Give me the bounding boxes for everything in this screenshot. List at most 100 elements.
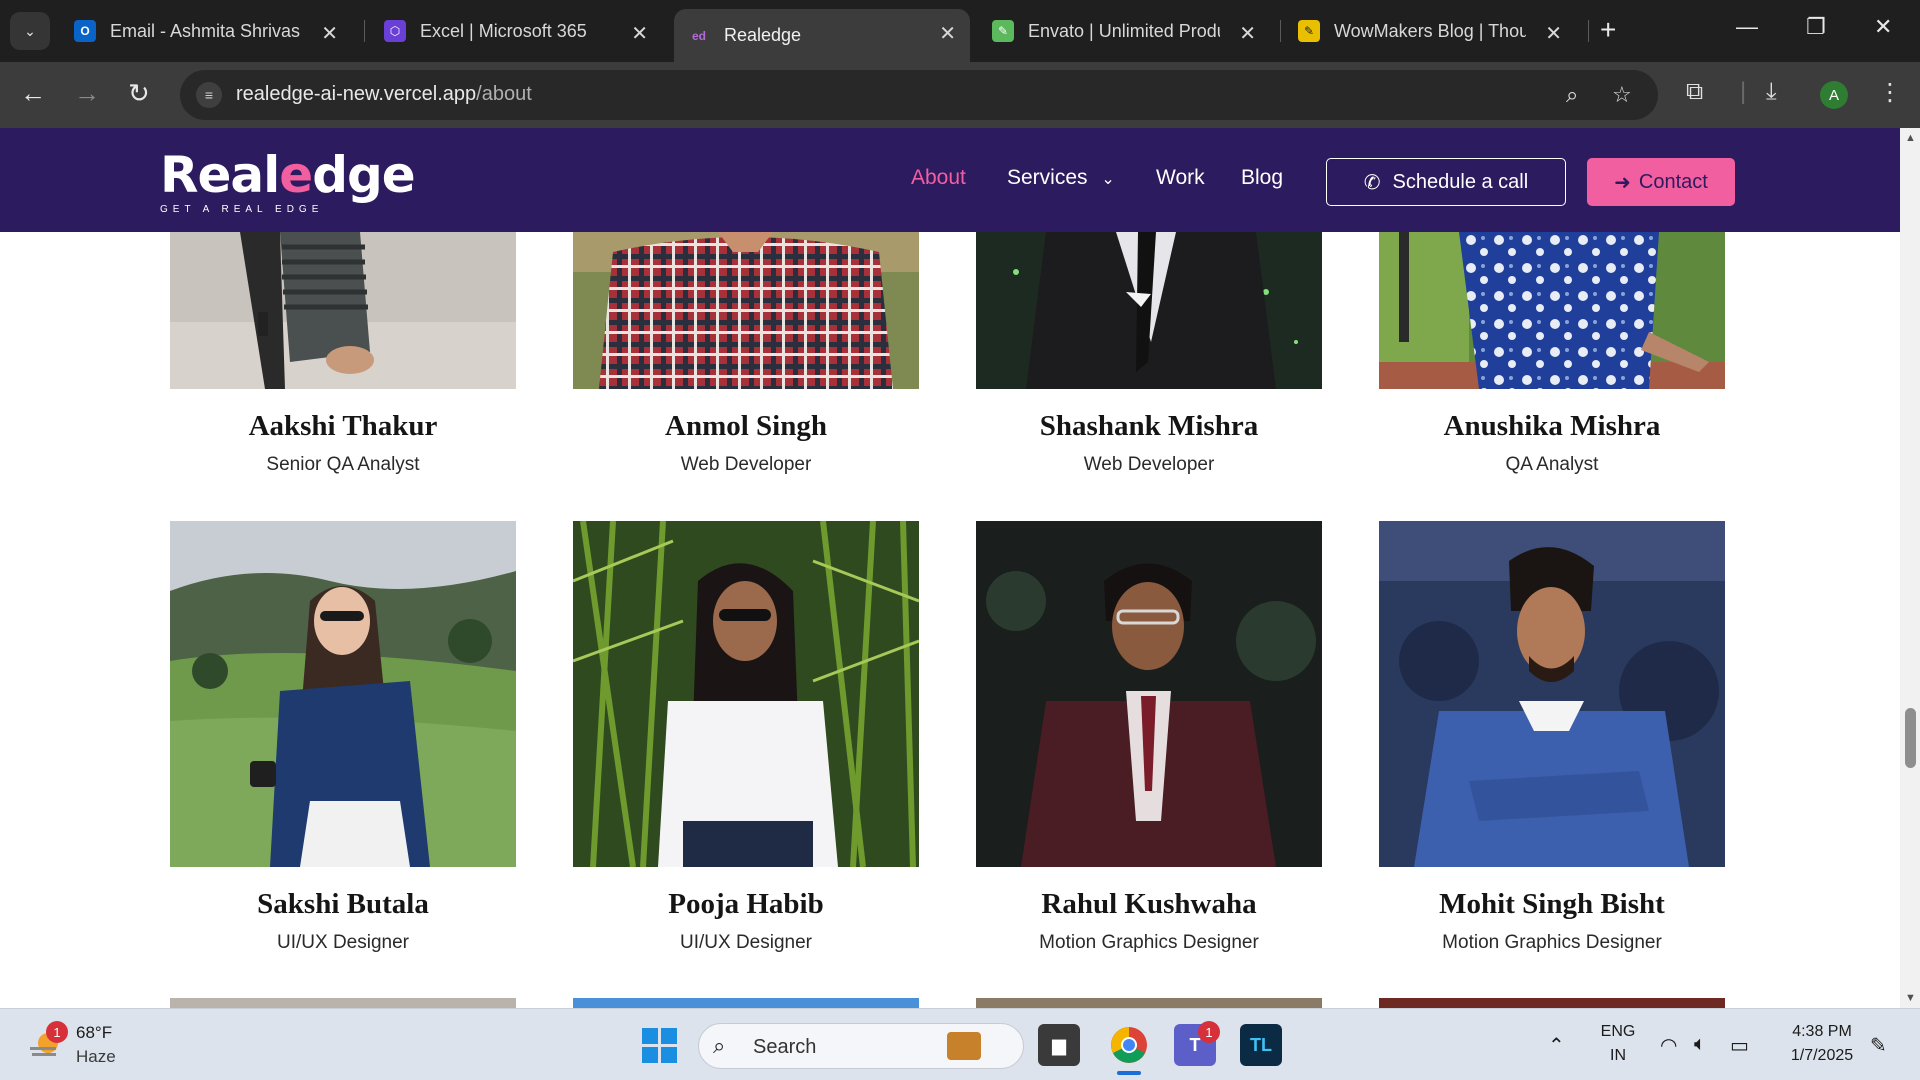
nav-about[interactable]: About bbox=[911, 166, 966, 190]
schedule-call-label: Schedule a call bbox=[1392, 170, 1529, 193]
arrow-right-icon: ➜ bbox=[1614, 171, 1631, 194]
taskbar-search[interactable]: ⌕ Search bbox=[698, 1023, 1024, 1069]
schedule-call-button[interactable]: ✆ Schedule a call bbox=[1326, 158, 1566, 206]
tab-realedge[interactable]: ed Realedge ✕ bbox=[674, 9, 970, 62]
weather-desc[interactable]: Haze bbox=[76, 1047, 116, 1067]
contact-button[interactable]: ➜ Contact bbox=[1587, 158, 1735, 206]
close-icon[interactable]: ✕ bbox=[1239, 21, 1256, 46]
minimize-icon[interactable]: — bbox=[1736, 14, 1758, 40]
tab-title: Excel | Microsoft 365 bbox=[420, 20, 587, 41]
member-role: QA Analyst bbox=[1505, 454, 1599, 475]
logo-text-real: Real bbox=[160, 146, 280, 204]
battery-icon[interactable]: ▭ bbox=[1730, 1033, 1749, 1058]
tl-app-icon[interactable]: TL bbox=[1240, 1024, 1282, 1066]
tab-envato[interactable]: ✎ Envato | Unlimited Produ ✕ bbox=[978, 9, 1270, 53]
profile-avatar[interactable]: A bbox=[1820, 81, 1848, 109]
tab-email[interactable]: O Email - Ashmita Shrivas - ✕ bbox=[60, 9, 352, 53]
nav-services[interactable]: Services ⌄ bbox=[1007, 166, 1115, 190]
forward-arrow-icon[interactable]: → bbox=[74, 78, 100, 109]
reload-icon[interactable]: ↻ bbox=[128, 78, 150, 109]
team-photo bbox=[1379, 521, 1725, 867]
url-host: realedge-ai-new.vercel.app bbox=[236, 83, 477, 105]
tab-title: Realedge bbox=[724, 25, 802, 45]
search-icon: ⌕ bbox=[713, 1033, 726, 1058]
download-icon[interactable]: ⤓ bbox=[1766, 78, 1777, 106]
tab-title: WowMakers Blog | Thoug bbox=[1334, 20, 1526, 41]
close-window-icon[interactable]: ✕ bbox=[1874, 14, 1892, 40]
address-bar[interactable]: ≡ realedge-ai-new.vercel.app/about ⌕ ☆ bbox=[180, 70, 1658, 120]
new-tab-plus-icon[interactable]: + bbox=[1600, 14, 1616, 46]
chevron-up-icon[interactable]: ⌃ bbox=[1548, 1033, 1565, 1058]
member-name: Pooja Habib bbox=[668, 888, 824, 920]
team-photo bbox=[1379, 232, 1725, 389]
menu-kebab-icon[interactable]: ⋮ bbox=[1878, 78, 1902, 107]
restore-icon[interactable]: ❐ bbox=[1806, 14, 1826, 40]
browser-tab-bar: ⌄ O Email - Ashmita Shrivas - ✕ ⬡ Excel … bbox=[0, 0, 1920, 62]
team-photo bbox=[170, 998, 516, 1008]
scroll-down-icon[interactable]: ▼ bbox=[1905, 992, 1916, 1004]
close-icon[interactable]: ✕ bbox=[1545, 21, 1562, 46]
chevron-down-icon: ⌄ bbox=[1101, 171, 1115, 188]
scroll-up-icon[interactable]: ▲ bbox=[1905, 132, 1916, 144]
team-photo bbox=[573, 521, 919, 867]
team-photo bbox=[976, 998, 1322, 1008]
close-icon[interactable]: ✕ bbox=[939, 21, 956, 46]
team-photo bbox=[170, 232, 516, 389]
close-icon[interactable]: ✕ bbox=[631, 21, 648, 46]
member-name: Sakshi Butala bbox=[257, 888, 429, 920]
member-name: Aakshi Thakur bbox=[248, 410, 438, 442]
page-viewport: Realedge GET A REAL EDGE About Services … bbox=[0, 128, 1900, 1008]
url-text[interactable]: realedge-ai-new.vercel.app/about bbox=[236, 83, 532, 106]
member-role: UI/UX Designer bbox=[680, 932, 812, 953]
realedge-logo[interactable]: Realedge GET A REAL EDGE bbox=[160, 146, 416, 215]
logo-text-e: e bbox=[279, 146, 313, 204]
weather-badge: 1 bbox=[46, 1021, 68, 1043]
windows-start-icon[interactable] bbox=[642, 1028, 678, 1064]
outlook-icon: O bbox=[74, 20, 96, 42]
logo-tagline: GET A REAL EDGE bbox=[160, 204, 324, 215]
nav-blog[interactable]: Blog bbox=[1241, 166, 1283, 190]
nav-work[interactable]: Work bbox=[1156, 166, 1205, 190]
member-name: Shashank Mishra bbox=[1039, 410, 1259, 442]
m365-icon: ⬡ bbox=[384, 20, 406, 42]
member-role: Web Developer bbox=[680, 454, 812, 475]
tab-title: Envato | Unlimited Produ bbox=[1028, 20, 1220, 41]
member-role: Motion Graphics Designer bbox=[1039, 932, 1259, 953]
team-photo bbox=[573, 232, 919, 389]
volume-icon[interactable]: 🔈︎ bbox=[1694, 1033, 1706, 1056]
file-explorer-icon[interactable]: ▆ bbox=[1038, 1024, 1080, 1066]
member-name: Anushika Mishra bbox=[1443, 410, 1661, 442]
team-photo bbox=[1379, 998, 1725, 1008]
browser-toolbar: ← → ↻ ≡ realedge-ai-new.vercel.app/about… bbox=[0, 62, 1920, 128]
contact-label: Contact bbox=[1638, 170, 1708, 193]
envato-icon: ✎ bbox=[992, 20, 1014, 42]
tab-title: Email - Ashmita Shrivas - bbox=[110, 20, 302, 41]
language-indicator[interactable]: ENG bbox=[1596, 1023, 1640, 1041]
phone-icon: ✆ bbox=[1363, 171, 1381, 194]
logo-text-dge: dge bbox=[312, 146, 415, 204]
team-photo bbox=[976, 521, 1322, 867]
bookmark-star-icon[interactable]: ☆ bbox=[1612, 82, 1632, 108]
member-name: Mohit Singh Bisht bbox=[1439, 888, 1665, 920]
wifi-icon[interactable]: ◠ bbox=[1660, 1033, 1677, 1058]
toolbar-divider: | bbox=[1740, 78, 1747, 105]
member-role: UI/UX Designer bbox=[277, 932, 409, 953]
tab-excel[interactable]: ⬡ Excel | Microsoft 365 ✕ bbox=[370, 9, 662, 53]
site-header: Realedge GET A REAL EDGE About Services … bbox=[0, 128, 1900, 232]
chrome-icon[interactable] bbox=[1108, 1024, 1150, 1066]
clock-time[interactable]: 4:38 PM bbox=[1776, 1023, 1868, 1041]
tab-wowmakers[interactable]: ✎ WowMakers Blog | Thoug ✕ bbox=[1284, 9, 1576, 53]
weather-temp[interactable]: 68°F bbox=[76, 1023, 112, 1043]
close-icon[interactable]: ✕ bbox=[321, 21, 338, 46]
language-region[interactable]: IN bbox=[1596, 1047, 1640, 1065]
zoom-icon[interactable]: ⌕ bbox=[1566, 82, 1578, 108]
notifications-icon[interactable]: ✎ bbox=[1870, 1033, 1887, 1058]
back-arrow-icon[interactable]: ← bbox=[20, 78, 46, 109]
member-name: Rahul Kushwaha bbox=[1041, 888, 1257, 920]
tab-search-button[interactable]: ⌄ bbox=[10, 12, 50, 50]
clock-date[interactable]: 1/7/2025 bbox=[1776, 1047, 1868, 1065]
site-info-icon[interactable]: ≡ bbox=[196, 82, 222, 108]
page-scrollbar[interactable]: ▲ ▼ bbox=[1900, 128, 1920, 1008]
scrollbar-thumb[interactable] bbox=[1905, 708, 1916, 768]
extensions-icon[interactable]: ⧉ bbox=[1686, 78, 1703, 106]
